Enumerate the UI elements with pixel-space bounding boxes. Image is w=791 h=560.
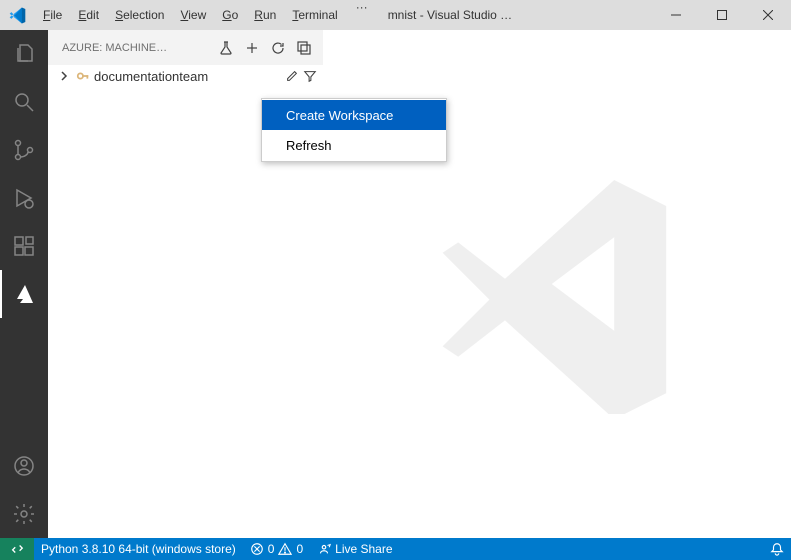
key-icon [76,69,90,83]
activity-bar [0,30,48,538]
menu-file[interactable]: File [35,0,70,30]
menu-run[interactable]: Run [246,0,284,30]
activity-search[interactable] [0,78,48,126]
menu-edit[interactable]: Edit [70,0,107,30]
sidebar-title: AZURE: MACHINE… [62,42,167,54]
activity-azure[interactable] [0,270,48,318]
add-icon[interactable] [241,37,263,59]
status-python[interactable]: Python 3.8.10 64-bit (windows store) [34,538,243,560]
context-create-workspace[interactable]: Create Workspace [262,100,446,130]
titlebar: File Edit Selection View Go Run Terminal… [0,0,791,30]
activity-run-debug[interactable] [0,174,48,222]
vscode-logo-icon [0,7,35,24]
menu-go[interactable]: Go [214,0,246,30]
context-refresh[interactable]: Refresh [262,130,446,160]
status-warnings-count: 0 [296,542,303,556]
warning-icon [278,542,292,556]
vscode-watermark-icon [427,154,687,414]
window-controls [653,0,791,30]
status-problems[interactable]: 0 0 [243,538,310,560]
collapse-icon[interactable] [293,37,315,59]
status-notifications[interactable] [763,538,791,560]
tree-row-subscription[interactable]: documentationteam [48,65,323,87]
filter-icon[interactable] [303,69,317,83]
activity-explorer[interactable] [0,30,48,78]
activity-settings[interactable] [0,490,48,538]
remote-indicator[interactable] [0,538,34,560]
refresh-icon[interactable] [267,37,289,59]
sidebar-header: AZURE: MACHINE… [48,30,323,65]
activity-extensions[interactable] [0,222,48,270]
maximize-button[interactable] [699,0,745,30]
pencil-icon[interactable] [285,69,299,83]
status-errors-count: 0 [268,542,275,556]
chevron-right-icon [56,70,72,82]
activity-accounts[interactable] [0,442,48,490]
activity-source-control[interactable] [0,126,48,174]
bell-icon [770,542,784,556]
status-bar: Python 3.8.10 64-bit (windows store) 0 0… [0,538,791,560]
live-share-icon [317,542,331,556]
menu-overflow[interactable]: ··· [346,0,378,30]
menu-selection[interactable]: Selection [107,0,172,30]
menu-terminal[interactable]: Terminal [284,0,345,30]
error-icon [250,542,264,556]
context-menu: Create Workspace Refresh [261,98,447,162]
window-title: mnist - Visual Studio … [378,8,653,22]
minimize-button[interactable] [653,0,699,30]
menu-bar: File Edit Selection View Go Run Terminal… [35,0,378,30]
close-button[interactable] [745,0,791,30]
main-area: AZURE: MACHINE… documentationteam [0,30,791,538]
tree-row-label: documentationteam [94,69,281,84]
status-live-share[interactable]: Live Share [310,538,399,560]
beaker-icon[interactable] [215,37,237,59]
menu-view[interactable]: View [172,0,214,30]
